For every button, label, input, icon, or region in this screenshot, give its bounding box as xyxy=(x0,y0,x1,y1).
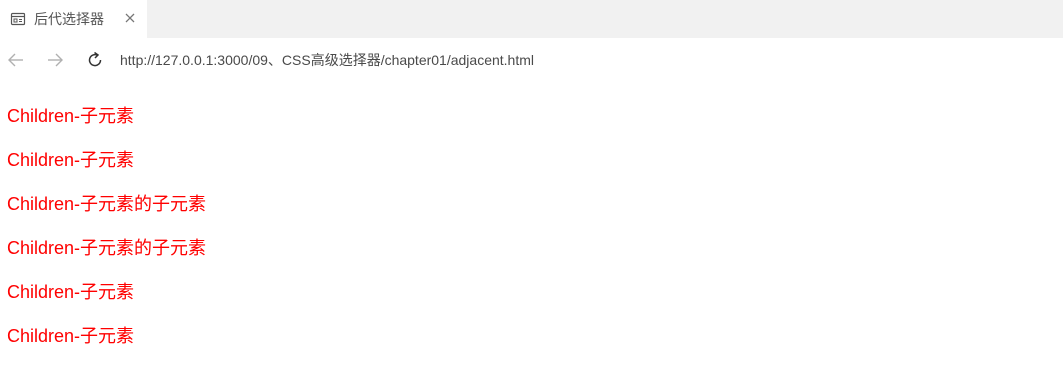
paragraph: Children-子元素 xyxy=(7,326,135,346)
forward-arrow-icon[interactable] xyxy=(45,50,65,70)
page-icon xyxy=(10,11,26,27)
browser-tab[interactable]: 后代选择器 xyxy=(0,0,147,38)
tab-title: 后代选择器 xyxy=(34,11,104,27)
paragraph: Children-子元素 xyxy=(7,106,135,126)
close-icon[interactable] xyxy=(122,10,138,26)
address-bar[interactable]: http://127.0.0.1:3000/09、CSS高级选择器/chapte… xyxy=(120,51,534,69)
back-arrow-icon[interactable] xyxy=(6,50,26,70)
navigation-toolbar: http://127.0.0.1:3000/09、CSS高级选择器/chapte… xyxy=(0,38,1063,82)
paragraph: Children-子元素的子元素 xyxy=(7,194,207,214)
tab-strip: 后代选择器 xyxy=(0,0,1063,38)
reload-icon[interactable] xyxy=(85,50,105,70)
paragraph: Children-子元素 xyxy=(7,150,135,170)
paragraph: Children-子元素 xyxy=(7,282,135,302)
paragraph: Children-子元素的子元素 xyxy=(7,238,207,258)
